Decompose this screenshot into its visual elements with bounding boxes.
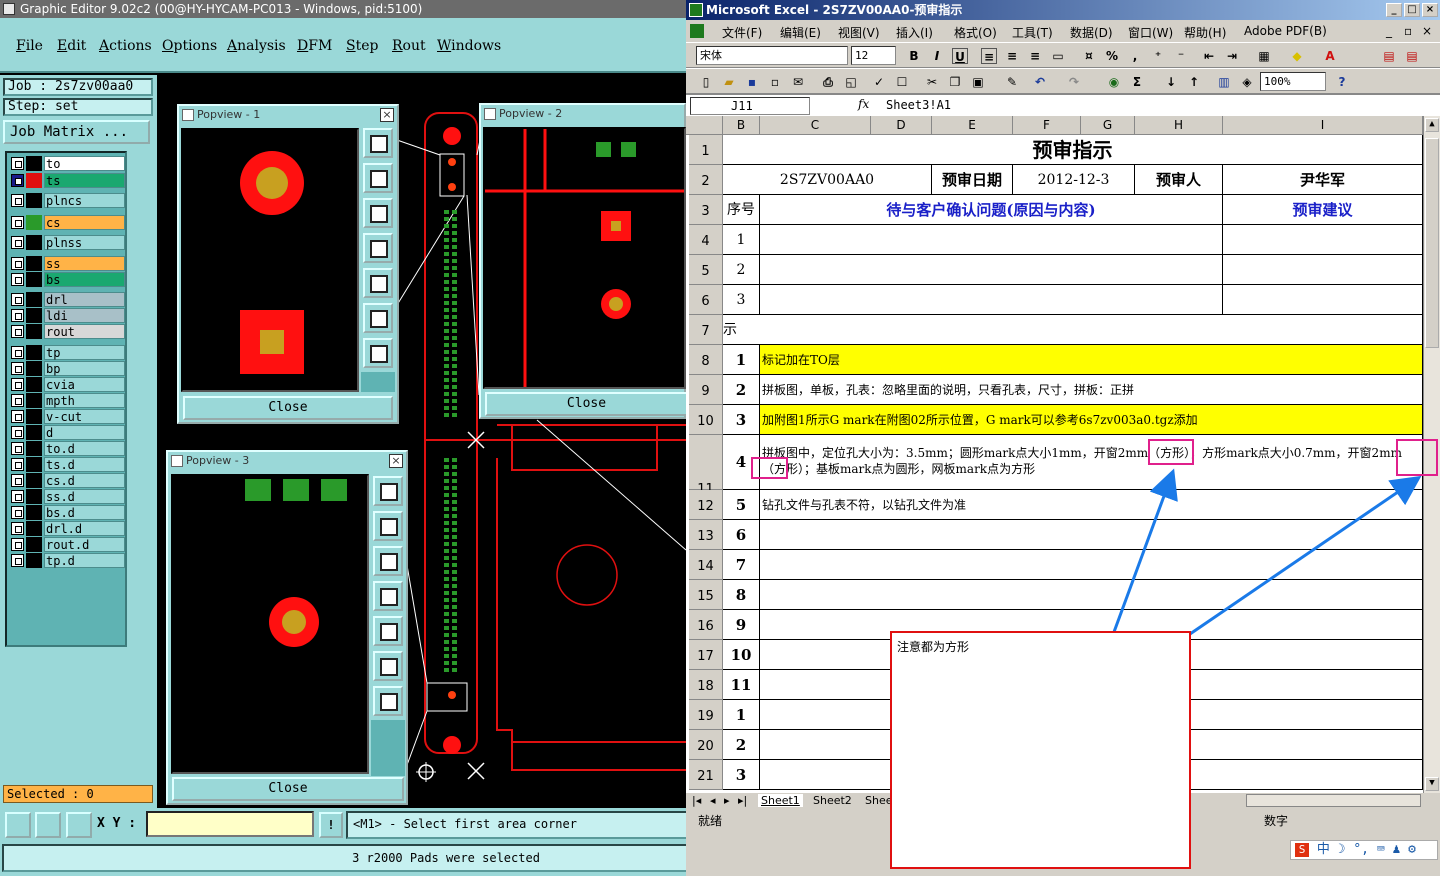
- ime-toolbar[interactable]: S 中 ☽ °, ⌨ ♟ ⚙: [1290, 840, 1438, 860]
- ime-tools-icon[interactable]: ☽ °, ⌨ ♟ ⚙: [1338, 842, 1416, 857]
- ime-mode[interactable]: 中: [1317, 842, 1330, 857]
- annotation-arrows: [1112, 468, 1422, 636]
- arrow: [1189, 475, 1422, 636]
- note-callout: 注意都为方形: [890, 631, 1191, 869]
- sogou-icon: S: [1295, 843, 1309, 857]
- arrow: [1112, 468, 1178, 633]
